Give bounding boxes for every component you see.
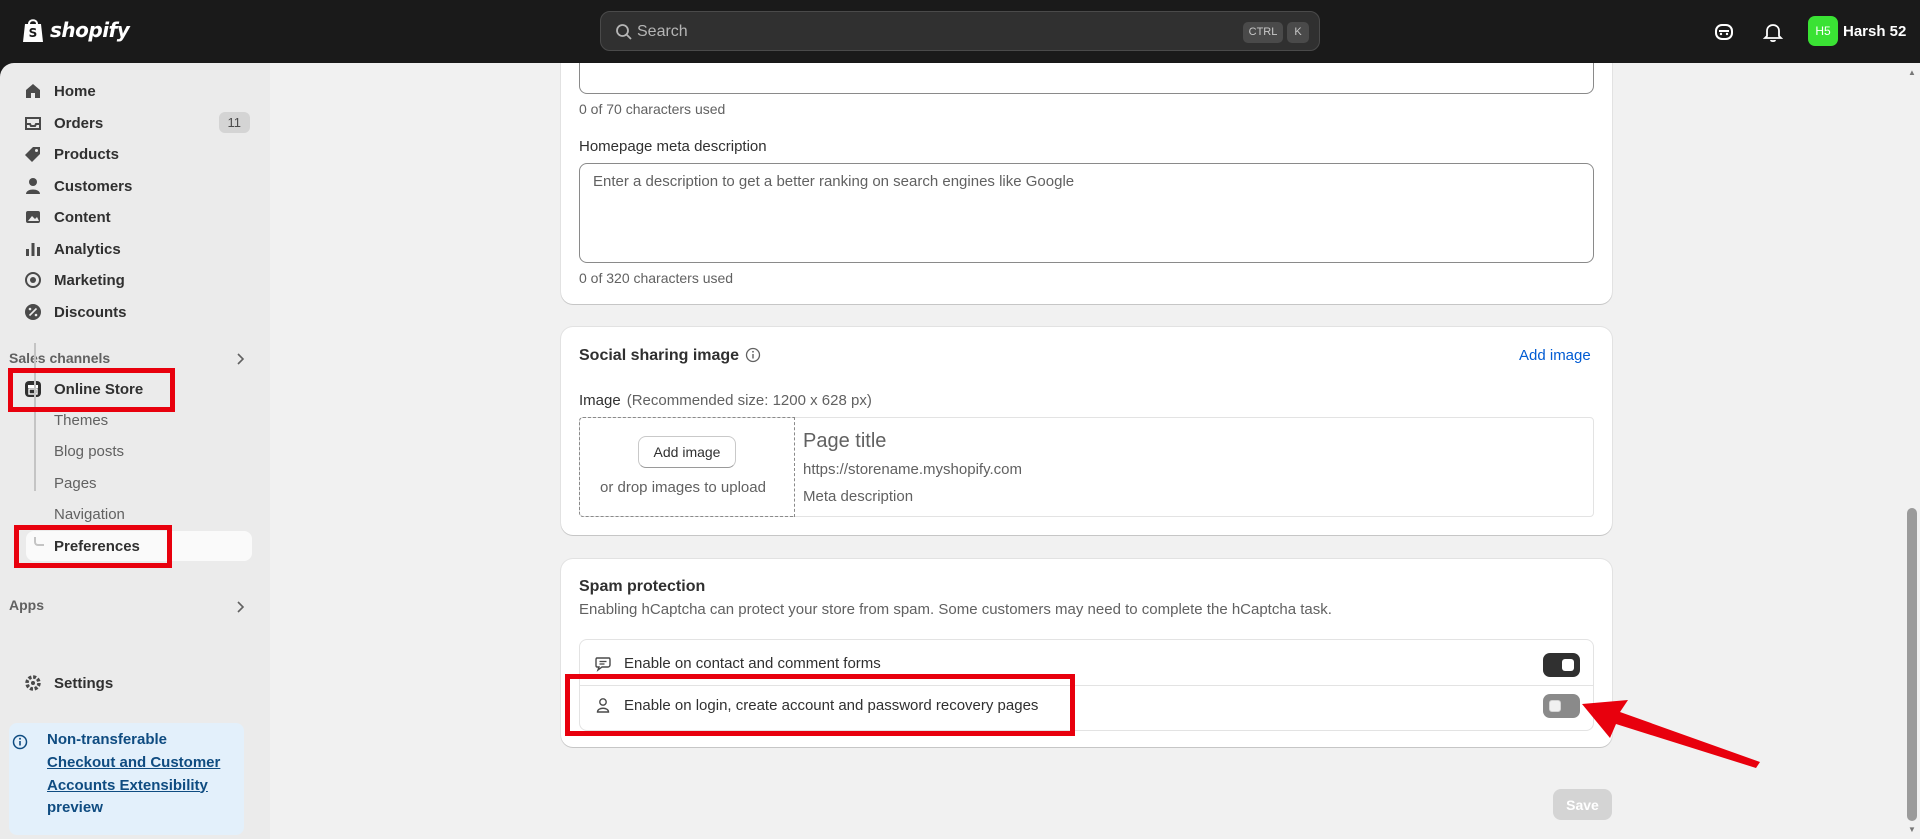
home-icon	[26, 84, 40, 98]
sidebar-item-label: Products	[54, 145, 120, 163]
discount-icon	[25, 304, 41, 320]
scroll-down-arrow[interactable]: ▼	[1906, 825, 1918, 835]
shortcut-k-key: K	[1287, 22, 1309, 43]
top-bar: S shopify Search CTRL K H5 Harsh 52	[0, 0, 1920, 63]
brand-name: shopify	[50, 18, 130, 42]
add-image-button[interactable]: Add image	[638, 436, 736, 468]
spam-protection-title: Spam protection	[579, 578, 706, 595]
sidebar-item-label: Marketing	[54, 271, 125, 289]
sidebar-item-content[interactable]: Content	[18, 203, 250, 231]
chevron-right-icon[interactable]	[232, 599, 248, 615]
search-bar[interactable]: Search CTRL K	[600, 11, 1320, 51]
drop-hint: or drop images to upload	[600, 479, 766, 496]
preview-meta-description: Meta description	[803, 488, 914, 505]
sidebar-item-home[interactable]: Home	[18, 77, 250, 105]
image-size-hint: (Recommended size: 1200 x 628 px)	[626, 392, 872, 409]
homepage-title-input[interactable]	[579, 63, 1594, 94]
annotation-arrow-icon	[1582, 700, 1760, 768]
sidebar-item-label: Analytics	[54, 240, 121, 258]
annotation-highlight-online-store	[8, 368, 175, 412]
meta-description-label: Homepage meta description	[579, 138, 767, 155]
sidebar-item-label: Settings	[54, 674, 114, 692]
svg-text:S: S	[29, 26, 38, 40]
sidebar-item-analytics[interactable]: Analytics	[18, 235, 250, 263]
toggle-knob	[1549, 700, 1561, 712]
sidebar-item-label: Home	[54, 82, 96, 100]
shopify-bag-icon: S	[23, 19, 43, 42]
title-char-count: 0 of 70 characters used	[579, 101, 726, 117]
info-icon	[12, 734, 28, 750]
sidebar-subitem-pages[interactable]: Pages	[54, 475, 97, 492]
image-label-text: Image	[579, 392, 621, 409]
sidebar-item-label: Orders	[54, 114, 104, 132]
spam-option-contact-label: Enable on contact and comment forms	[624, 655, 881, 672]
chevron-right-icon[interactable]	[232, 351, 248, 367]
preview-page-title: Page title	[803, 430, 887, 452]
social-sharing-title: Social sharing image	[579, 347, 740, 364]
image-label: Image (Recommended size: 1200 x 628 px)	[579, 392, 872, 409]
scroll-up-arrow[interactable]: ▲	[1906, 68, 1918, 78]
toggle-knob	[1562, 659, 1574, 671]
add-image-link[interactable]: Add image	[1519, 347, 1591, 364]
target-icon	[25, 272, 41, 288]
info-icon[interactable]	[745, 347, 761, 363]
sidekick-icon[interactable]	[1713, 21, 1735, 43]
login-pages-toggle[interactable]	[1543, 694, 1580, 718]
preview-url: https://storename.myshopify.com	[803, 461, 1022, 478]
save-button[interactable]: Save	[1553, 789, 1612, 820]
person-icon	[26, 178, 40, 194]
sidebar-item-customers[interactable]: Customers	[18, 172, 250, 200]
user-avatar[interactable]: H5	[1808, 16, 1838, 46]
annotation-highlight-preferences	[14, 525, 172, 568]
chat-bubble-icon	[595, 657, 611, 672]
content-icon	[26, 211, 40, 223]
search-icon	[616, 24, 632, 40]
sidebar-item-settings[interactable]: Settings	[18, 669, 250, 697]
shopify-logo[interactable]: S shopify	[22, 17, 130, 43]
spam-protection-description: Enabling hCaptcha can protect your store…	[579, 601, 1332, 618]
sidebar-item-label: Discounts	[54, 303, 127, 321]
search-placeholder: Search	[637, 23, 688, 40]
sidebar-subitem-themes[interactable]: Themes	[54, 412, 108, 429]
orders-count-badge: 11	[218, 112, 250, 133]
sidebar-item-marketing[interactable]: Marketing	[18, 266, 250, 294]
scrollbar-thumb[interactable]	[1907, 508, 1917, 821]
bell-icon[interactable]	[1762, 21, 1784, 43]
sidebar-subitem-navigation[interactable]: Navigation	[54, 506, 125, 523]
tree-line	[34, 343, 36, 491]
meta-char-count: 0 of 320 characters used	[579, 270, 734, 286]
orders-icon	[25, 117, 41, 130]
sidebar-item-orders[interactable]: Orders 11	[18, 109, 250, 137]
promo-link[interactable]: Checkout and Customer Accounts Extensibi…	[47, 752, 237, 797]
sidebar-subitem-blog-posts[interactable]: Blog posts	[54, 443, 124, 460]
sidebar-item-label: Customers	[54, 177, 133, 195]
gear-icon	[25, 675, 41, 691]
sidebar-item-label: Content	[54, 208, 111, 226]
annotation-highlight-login-option	[565, 674, 1075, 736]
sales-channels-heading: Sales channels	[9, 350, 111, 366]
apps-heading: Apps	[9, 597, 44, 613]
sidebar-item-products[interactable]: Products	[18, 140, 250, 168]
bar-chart-icon	[26, 243, 40, 256]
promo-tail: preview	[47, 799, 103, 816]
tag-icon	[25, 147, 40, 162]
user-name[interactable]: Harsh 52	[1843, 23, 1906, 40]
contact-forms-toggle[interactable]	[1543, 653, 1580, 677]
meta-description-placeholder: Enter a description to get a better rank…	[593, 173, 1075, 190]
promo-title: Non-transferable	[47, 731, 168, 748]
shortcut-ctrl-key: CTRL	[1243, 22, 1283, 43]
sidebar-item-discounts[interactable]: Discounts	[18, 298, 250, 326]
